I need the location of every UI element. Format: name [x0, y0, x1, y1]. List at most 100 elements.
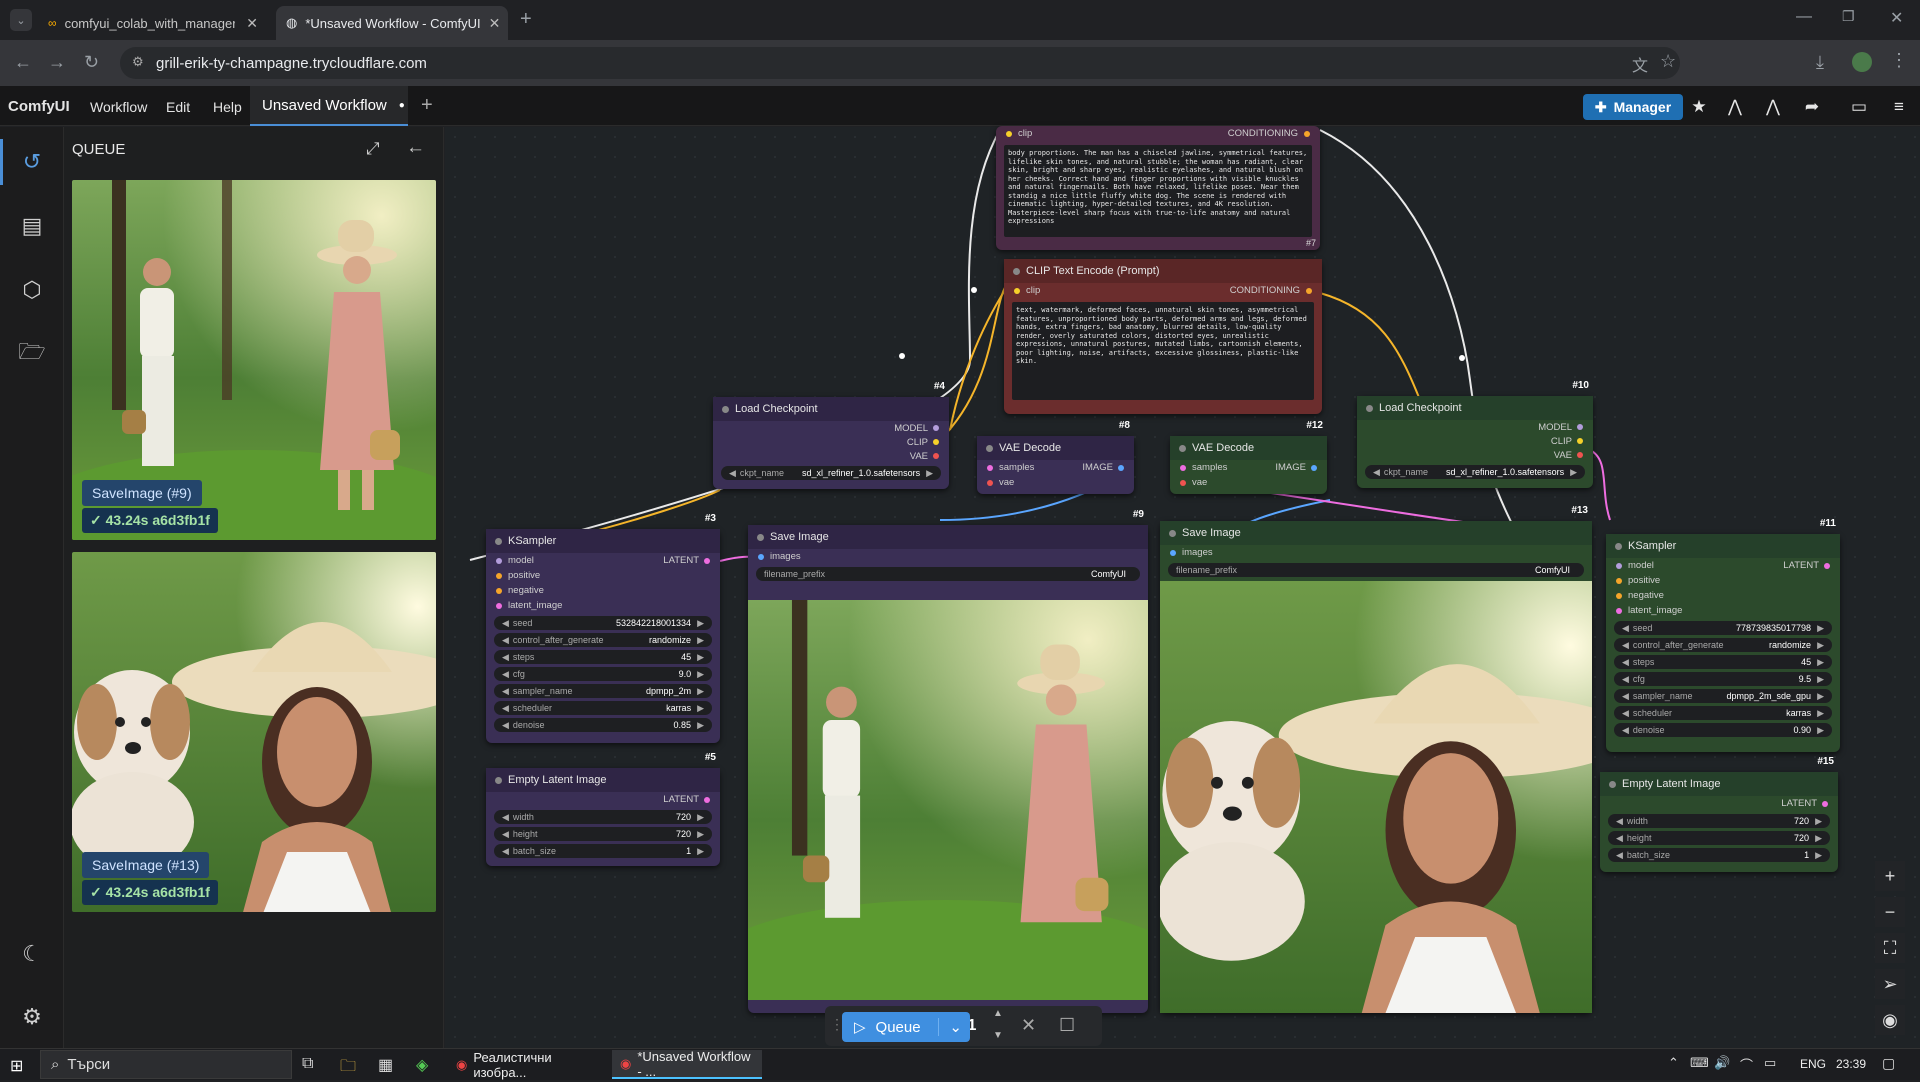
seed-widget[interactable]: ◀ seed 778739835017798 ▶	[1614, 621, 1832, 635]
increment-icon[interactable]: ▲	[993, 1008, 1003, 1019]
settings-gear-icon[interactable]: ⚙	[14, 999, 50, 1035]
load-checkpoint-node[interactable]: #4 Load Checkpoint MODEL CLIP VAE ◀ ckpt…	[713, 381, 949, 489]
add-workflow-icon[interactable]: +	[421, 94, 433, 117]
reload-icon[interactable]: ↻	[84, 52, 99, 73]
cancel-icon[interactable]: ✕	[1021, 1015, 1036, 1036]
back-arrow-icon[interactable]: ←	[406, 137, 425, 159]
denoise-widget[interactable]: ◀ denoise 0.85 ▶	[494, 718, 712, 732]
star-icon[interactable]: ★	[1686, 95, 1712, 119]
scheduler-widget[interactable]: ◀ scheduler karras ▶	[1614, 706, 1832, 720]
scheduler-widget[interactable]: ◀ scheduler karras ▶	[494, 701, 712, 715]
store-icon[interactable]: ▦	[378, 1055, 393, 1075]
tab-search-icon[interactable]: ⌄	[10, 9, 32, 31]
bookmark-star-icon[interactable]: ☆	[1660, 51, 1676, 72]
fit-view-icon[interactable]: ⛶	[1875, 933, 1905, 963]
zoom-out-icon[interactable]: −	[1875, 897, 1905, 927]
close-tab-icon[interactable]: ✕	[246, 15, 258, 32]
width-widget[interactable]: ◀ width 720 ▶	[494, 810, 712, 824]
model-share-icon[interactable]: ⋀	[1760, 95, 1786, 119]
taskbar-search[interactable]: ⌕ Търси	[40, 1050, 292, 1079]
browser-menu-icon[interactable]: ⋮	[1890, 50, 1908, 71]
toggle-panel-icon[interactable]: ▭	[1846, 95, 1872, 119]
save-image-node[interactable]: #13 Save Image images filename_prefix Com…	[1160, 505, 1592, 1013]
ckpt-name-widget[interactable]: ◀ ckpt_name sd_xl_refiner_1.0.safetensors…	[1365, 465, 1585, 479]
tray-chevron-icon[interactable]: ⌃	[1668, 1055, 1679, 1071]
translate-icon[interactable]: 文	[1632, 52, 1648, 76]
menu-workflow[interactable]: Workflow	[90, 99, 147, 115]
denoise-widget[interactable]: ◀ denoise 0.90 ▶	[1614, 723, 1832, 737]
sampler-name-widget[interactable]: ◀ sampler_name dpmpp_2m_sde_gpu ▶	[1614, 689, 1832, 703]
theme-moon-icon[interactable]: ☾	[14, 936, 50, 972]
back-icon[interactable]: ←	[14, 52, 32, 73]
empty-latent-node[interactable]: #5 Empty Latent Image LATENT ◀ width 720 ▶…	[486, 752, 720, 866]
model-manager-icon[interactable]: ⋀	[1722, 95, 1748, 119]
history-icon[interactable]: ↺	[14, 144, 50, 180]
node-library-icon[interactable]: ▤	[14, 208, 50, 244]
load-checkpoint-node[interactable]: #10 Load Checkpoint MODEL CLIP VAE ◀ ckp…	[1357, 380, 1593, 488]
decrement-icon[interactable]: ▼	[993, 1030, 1003, 1041]
clock[interactable]: 23:39	[1836, 1057, 1866, 1071]
workflows-folder-icon[interactable]: 🗁	[14, 336, 50, 372]
vpn-app-icon[interactable]: ◈	[416, 1055, 428, 1075]
save-image-node[interactable]: #9 Save Image images filename_prefix Comf…	[748, 509, 1148, 1013]
control-after-generate-widget[interactable]: ◀ control_after_generate randomize ▶	[1614, 638, 1832, 652]
profile-avatar[interactable]	[1852, 52, 1872, 72]
taskbar-app-chrome-2[interactable]: ◉ *Unsaved Workflow - ...	[612, 1049, 762, 1079]
network-icon[interactable]: ⌨	[1690, 1055, 1709, 1071]
prompt-textarea[interactable]: body proportions. The man has a chiseled…	[1004, 145, 1312, 237]
volume-icon[interactable]: 🔊	[1714, 1055, 1730, 1071]
minimize-icon[interactable]: —	[1796, 8, 1812, 26]
height-widget[interactable]: ◀ height 720 ▶	[494, 827, 712, 841]
steps-widget[interactable]: ◀ steps 45 ▶	[1614, 655, 1832, 669]
restore-icon[interactable]: ❐	[1842, 8, 1855, 25]
filename-prefix-widget[interactable]: filename_prefix ComfyUI	[1168, 563, 1584, 577]
toggle-links-eye-icon[interactable]: ◉	[1875, 1005, 1905, 1035]
language-indicator[interactable]: ENG	[1800, 1057, 1826, 1071]
tab-comfyui[interactable]: ◍ *Unsaved Workflow - ComfyUI ✕	[276, 6, 508, 40]
vae-decode-node[interactable]: #12 VAE Decode samples IMAGE vae	[1170, 420, 1327, 494]
vae-decode-node[interactable]: #8 VAE Decode samples IMAGE vae	[977, 420, 1134, 494]
share-icon[interactable]: ➦	[1799, 95, 1825, 119]
control-after-generate-widget[interactable]: ◀ control_after_generate randomize ▶	[494, 633, 712, 647]
clip-text-encode-positive-node[interactable]: clip CONDITIONING body proportions. The m…	[996, 126, 1320, 250]
address-bar[interactable]: ⚙ grill-erik-ty-champagne.trycloudflare.…	[120, 47, 1680, 79]
taskbar-app-chrome-1[interactable]: ◉ Реалистични изобра...	[448, 1050, 608, 1080]
ckpt-name-widget[interactable]: ◀ ckpt_name sd_xl_refiner_1.0.safetensors…	[721, 466, 941, 480]
model-library-icon[interactable]: ⬡	[14, 272, 50, 308]
sampler-name-widget[interactable]: ◀ sampler_name dpmpp_2m ▶	[494, 684, 712, 698]
windows-start-icon[interactable]: ⊞	[10, 1056, 23, 1076]
file-explorer-icon[interactable]: 🗀	[340, 1055, 356, 1082]
manager-button[interactable]: ✚ Manager	[1583, 94, 1683, 120]
clip-text-encode-negative-node[interactable]: CLIP Text Encode (Prompt) clip CONDITIONI…	[1004, 259, 1322, 414]
task-view-icon[interactable]: ⧉	[302, 1055, 313, 1073]
keyboard-icon[interactable]: ▭	[1764, 1055, 1776, 1071]
menu-help[interactable]: Help	[213, 99, 242, 115]
forward-icon[interactable]: →	[48, 52, 66, 73]
select-mode-icon[interactable]: ➢	[1875, 969, 1905, 999]
expand-icon[interactable]: ⤢	[366, 139, 380, 159]
site-info-icon[interactable]: ⚙	[132, 54, 144, 70]
zoom-in-icon[interactable]: +	[1875, 861, 1905, 891]
notifications-icon[interactable]: ▢	[1882, 1055, 1895, 1072]
empty-latent-node[interactable]: #15 Empty Latent Image LATENT ◀ width 720…	[1600, 756, 1838, 872]
window-close-icon[interactable]: ✕	[1890, 8, 1903, 28]
stop-icon[interactable]: ☐	[1059, 1015, 1075, 1036]
tab-colab[interactable]: ∞ comfyui_colab_with_manager.ip ✕	[38, 6, 268, 40]
cfg-widget[interactable]: ◀ cfg 9.5 ▶	[1614, 672, 1832, 686]
new-tab-icon[interactable]: +	[520, 8, 532, 31]
chevron-down-icon[interactable]: ⌄	[938, 1018, 962, 1036]
steps-widget[interactable]: ◀ steps 45 ▶	[494, 650, 712, 664]
wifi-icon[interactable]: ⌒	[1740, 1055, 1753, 1074]
ksampler-node[interactable]: #3 KSampler model LATENT positive negativ…	[486, 513, 720, 743]
seed-widget[interactable]: ◀ seed 532842218001334 ▶	[494, 616, 712, 630]
cfg-widget[interactable]: ◀ cfg 9.0 ▶	[494, 667, 712, 681]
queue-button[interactable]: ▷ Queue ⌄	[842, 1012, 970, 1042]
menu-edit[interactable]: Edit	[166, 99, 190, 115]
width-widget[interactable]: ◀ width 720 ▶	[1608, 814, 1830, 828]
batch-size-widget[interactable]: ◀ batch_size 1 ▶	[494, 844, 712, 858]
batch-size-widget[interactable]: ◀ batch_size 1 ▶	[1608, 848, 1830, 862]
filename-prefix-widget[interactable]: filename_prefix ComfyUI	[756, 567, 1140, 581]
prompt-textarea[interactable]: text, watermark, deformed faces, unnatur…	[1012, 302, 1314, 400]
workflow-tab[interactable]: Unsaved Workflow ●	[250, 86, 408, 126]
download-icon[interactable]: ⤓	[1816, 52, 1824, 73]
